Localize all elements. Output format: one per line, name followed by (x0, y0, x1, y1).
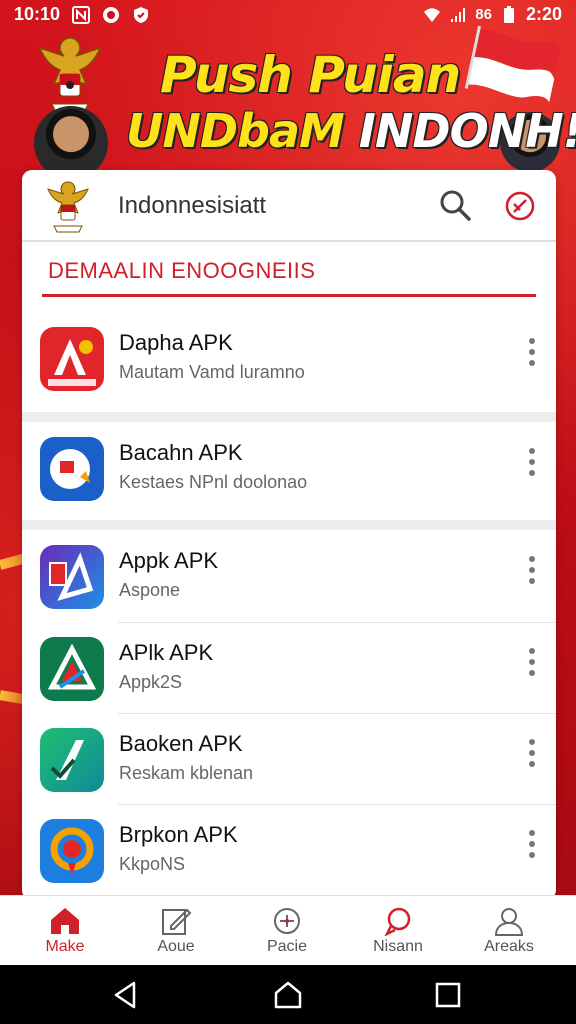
app-list-item[interactable]: Dapha APK Mautam Vamd luramno (22, 312, 556, 402)
app-icon-purple-blue (40, 545, 104, 609)
app-list-item[interactable]: Appk APK Aspone (22, 530, 556, 620)
nav-tab-aoue[interactable]: Aoue (121, 896, 231, 966)
app-subtitle: Kestaes NPnl doolonao (119, 472, 308, 492)
section-divider (42, 294, 536, 297)
nav-tab-make[interactable]: Make (10, 896, 120, 966)
leader-portrait-left (34, 106, 108, 180)
more-options-icon[interactable] (522, 336, 542, 370)
banner-headline-1: Push Puian (160, 46, 461, 104)
wifi-icon (424, 7, 441, 22)
nav-label: Areaks (484, 938, 534, 955)
home-icon (51, 908, 79, 934)
app-name: APlk APK (119, 640, 214, 665)
app-subtitle: Appk2S (119, 672, 183, 692)
app-name: Appk APK (119, 548, 219, 573)
close-circle-icon[interactable] (504, 190, 536, 222)
app-name: Baoken APK (119, 731, 243, 756)
notification-n-icon (72, 5, 91, 24)
featured-section: DEMAALIN ENOOGNEIIS Dapha APK Mautam Vam… (22, 242, 556, 422)
recents-icon[interactable] (432, 979, 464, 1011)
app-list-item[interactable]: Bacahn APK Kestaes NPnl doolonao (22, 422, 556, 512)
shield-icon (134, 6, 149, 23)
app-list-item[interactable]: APlk APK Appk2S (22, 622, 556, 712)
profile-icon (494, 908, 524, 936)
nav-label: Make (45, 938, 85, 955)
app-list-card: Indonnesisiatt DEMAALIN ENOOGNEIIS Dapha… (22, 170, 556, 900)
nav-tab-areaks[interactable]: Areaks (454, 896, 564, 966)
nav-label: Aoue (157, 938, 195, 955)
app-icon-teal (40, 728, 104, 792)
compass-icon (274, 908, 300, 934)
nav-label: Nisann (373, 938, 423, 955)
indonesian-flag-icon (464, 25, 561, 103)
nav-tab-nisann[interactable]: Nisann (343, 896, 453, 966)
more-options-icon[interactable] (522, 646, 542, 680)
app-icon-red (40, 327, 104, 391)
app-list-item[interactable]: Baoken APK Reskam kblenan (22, 713, 556, 803)
banner-headline-2: UNDbaM INDONH! (126, 104, 576, 158)
search-icon[interactable] (438, 188, 472, 222)
bottom-navigation: Make Aoue Pacie Nisann Areaks (0, 895, 576, 966)
status-time-right: 2:20 (525, 4, 562, 24)
app-list-item[interactable]: Brpkon APK KkpoNS (22, 804, 556, 894)
app-name: Dapha APK (119, 330, 233, 355)
home-button-icon[interactable] (272, 979, 304, 1011)
network-label: 86 (475, 6, 492, 23)
page-title: Indonnesisiatt (118, 192, 267, 219)
system-navigation-bar (0, 965, 576, 1024)
app-name: Bacahn APK (119, 440, 243, 465)
edit-icon (162, 908, 192, 935)
chat-icon (384, 907, 411, 936)
card-header: Indonnesisiatt (22, 170, 556, 242)
app-icon-orange-blue (40, 819, 104, 883)
app-subtitle: KkpoNS (119, 854, 186, 874)
app-subtitle: Mautam Vamd luramno (119, 362, 305, 382)
battery-icon (503, 5, 514, 23)
back-icon[interactable] (110, 979, 142, 1011)
more-options-icon[interactable] (522, 446, 542, 480)
promo-banner[interactable]: Push Puian UNDbaM INDONH! (0, 24, 576, 180)
app-subtitle: Aspone (119, 580, 181, 600)
signal-icon (451, 7, 466, 22)
nav-label: Pacie (266, 938, 308, 955)
more-options-icon[interactable] (522, 737, 542, 771)
app-subtitle: Reskam kblenan (119, 763, 254, 783)
app-name: Brpkon APK (119, 822, 238, 847)
more-options-icon[interactable] (522, 828, 542, 862)
nav-tab-pacie[interactable]: Pacie (232, 896, 342, 966)
status-time-left: 10:10 (14, 4, 61, 24)
app-icon-blue (40, 437, 104, 501)
more-options-icon[interactable] (522, 554, 542, 588)
app-icon-green (40, 637, 104, 701)
section-heading: DEMAALIN ENOOGNEIIS (48, 258, 316, 283)
garuda-logo-icon (47, 181, 89, 233)
notification-circle-icon (103, 6, 120, 23)
section-gap (22, 520, 556, 530)
